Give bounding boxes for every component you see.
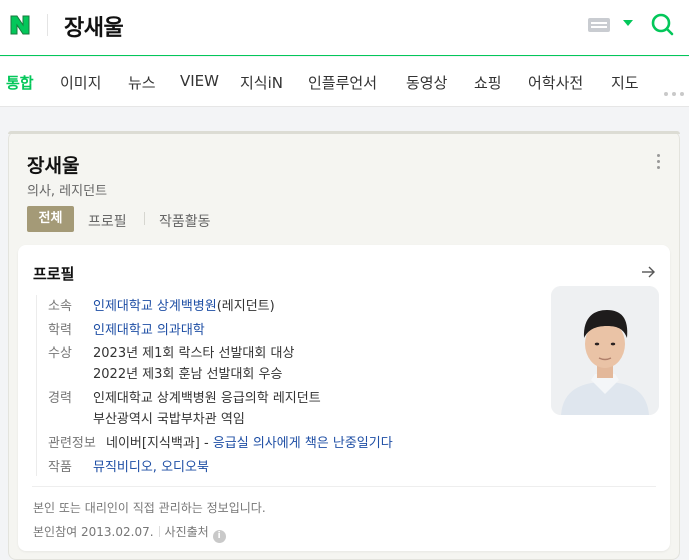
person-name[interactable]: 장새울 (27, 151, 79, 178)
card-top-border (8, 131, 680, 134)
education-value: 인제대학교 의과대학 (93, 319, 205, 338)
more-tabs-icon[interactable] (664, 81, 688, 100)
more-options-icon[interactable] (657, 154, 661, 170)
tab-dictionary[interactable]: 어학사전 (528, 72, 583, 93)
tab-influencer[interactable]: 인플루언서 (308, 72, 377, 93)
search-header: 장새울 (0, 0, 689, 56)
info-icon[interactable]: i (212, 530, 226, 543)
footer-meta: 본인참여 2013.02.07. 사진출처 i (33, 523, 226, 543)
tab-images[interactable]: 이미지 (60, 72, 101, 93)
works-link[interactable]: 뮤직비디오, 오디오북 (93, 460, 209, 475)
photo-source-link[interactable]: 사진출처 (165, 525, 209, 539)
related-prefix: 네이버[지식백과] - (106, 436, 213, 451)
related-label: 관련정보 (48, 436, 96, 451)
managed-notice: 본인 또는 대리인이 직접 관리하는 정보입니다. (33, 501, 266, 515)
tab-integrated[interactable]: 통합 (6, 72, 34, 93)
footer-separator (158, 526, 160, 537)
tab-video[interactable]: 동영상 (406, 72, 447, 93)
participation-label: 본인참여 (33, 525, 78, 539)
subtab-all[interactable]: 전체 (27, 206, 74, 232)
affiliation-value: 인제대학교 상계백병원(레지던트) (93, 295, 275, 314)
search-tabs: 통합 이미지 뉴스 VIEW 지식iN 인플루언서 동영상 쇼핑 어학사전 지도 (0, 57, 689, 107)
arrow-right-icon[interactable] (640, 264, 656, 280)
person-role: 의사, 레지던트 (27, 184, 108, 199)
logo-divider (47, 14, 48, 36)
education-link[interactable]: 인제대학교 의과대학 (93, 323, 205, 338)
profile-section-title: 프로필 (33, 265, 75, 283)
career-line-2: 부산광역시 국밥부차관 역임 (93, 412, 245, 427)
career-label: 경력 (48, 391, 72, 406)
works-value: 뮤직비디오, 오디오북 (93, 456, 209, 475)
subtab-profile[interactable]: 프로필 (88, 211, 127, 231)
participation-date: 2013.02.07. (81, 525, 154, 539)
subtab-divider (144, 212, 145, 225)
related-value: 네이버[지식백과] - 응급실 의사에게 책은 난중일기다 (106, 432, 393, 451)
profile-photo[interactable] (551, 286, 659, 415)
works-label: 작품 (48, 460, 72, 475)
tab-shopping[interactable]: 쇼핑 (474, 72, 502, 93)
search-icon[interactable] (650, 12, 676, 38)
tab-map[interactable]: 지도 (611, 72, 639, 93)
career-line-1: 인제대학교 상계백병원 응급의학 레지던트 (93, 391, 321, 406)
tab-knowledge-in[interactable]: 지식iN (240, 72, 283, 93)
footer-divider (32, 486, 656, 487)
dropdown-arrow-icon[interactable] (623, 20, 633, 26)
affiliation-suffix: (레지던트) (216, 299, 275, 314)
search-query[interactable]: 장새울 (64, 10, 124, 42)
award-line-2: 2022년 제3회 훈남 선발대회 우승 (93, 367, 283, 382)
affiliation-link[interactable]: 인제대학교 상계백병원 (93, 299, 217, 314)
related-link[interactable]: 응급실 의사에게 책은 난중일기다 (213, 436, 393, 451)
info-left-rule (36, 295, 37, 476)
tab-view[interactable]: VIEW (180, 72, 219, 90)
keyboard-icon[interactable] (588, 18, 610, 32)
subtab-works[interactable]: 작품활동 (159, 211, 211, 231)
affiliation-label: 소속 (48, 299, 72, 314)
tab-news[interactable]: 뉴스 (128, 72, 156, 93)
education-label: 학력 (48, 323, 72, 338)
awards-label: 수상 (48, 346, 72, 361)
naver-logo-icon[interactable] (8, 13, 32, 37)
award-line-1: 2023년 제1회 락스타 선발대회 대상 (93, 346, 295, 361)
